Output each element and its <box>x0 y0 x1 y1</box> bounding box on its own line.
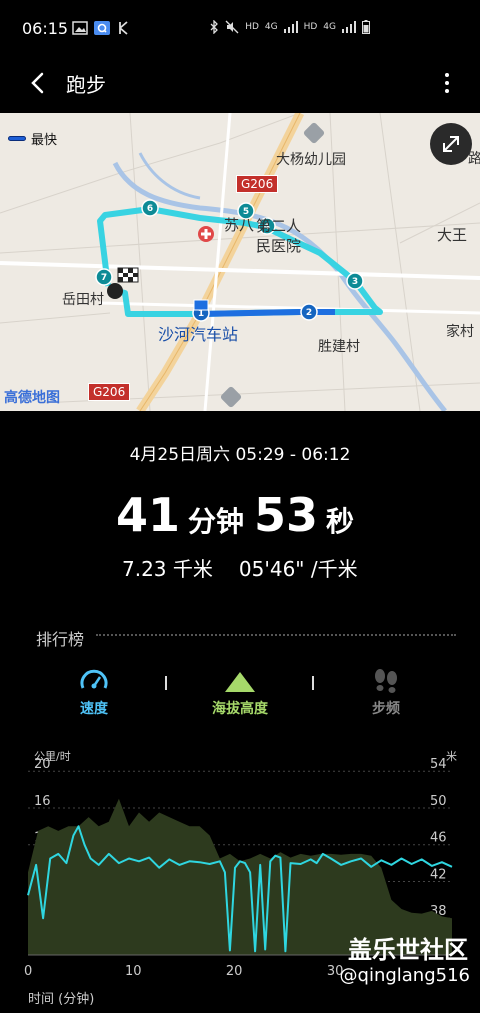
start-flag-icon <box>193 299 209 311</box>
signal-icon-1 <box>283 21 298 33</box>
distance-value: 7.23 千米 <box>122 557 213 581</box>
duration-seconds-unit: 秒 <box>326 505 355 538</box>
tab-separator-1 <box>165 676 167 690</box>
tab-cadence-label: 步频 <box>372 701 400 717</box>
hd-label-2: HD <box>303 22 318 32</box>
watermark-handle: @qinglang516 <box>339 965 470 986</box>
tab-speed-label: 速度 <box>80 701 108 717</box>
status-notification-icons <box>72 21 132 35</box>
bluetooth-icon <box>210 20 219 34</box>
fastest-legend-swatch <box>8 136 26 141</box>
footprints-icon <box>375 669 397 693</box>
chart-left-tick: 16 <box>34 794 51 809</box>
chart-right-tick: 54 <box>430 757 447 772</box>
back-button[interactable] <box>24 69 52 97</box>
pace-value: 05'46" /千米 <box>238 557 358 581</box>
status-bar: 06:15 HD 4G HD 4G <box>0 0 480 60</box>
workout-duration: 41 分钟 53 秒 <box>0 488 480 542</box>
svg-text:3: 3 <box>352 277 358 287</box>
poi-icon-bottom <box>220 386 242 408</box>
q-app-icon <box>94 21 110 35</box>
route-marker-2: 2 <box>300 303 318 321</box>
tab-altitude[interactable]: 海拔高度 <box>180 668 300 718</box>
chart-right-tick: 50 <box>430 794 447 809</box>
map-label-jiacun: 家村 <box>446 324 474 340</box>
hospital-icon <box>198 226 214 242</box>
map-label-hospital-prefix: 苏八 <box>224 216 255 234</box>
legend-label: 最快 <box>31 133 58 148</box>
map-label-kindergarten: 大杨幼儿园 <box>276 152 346 168</box>
route-marker-3: 3 <box>346 272 364 290</box>
map-label-station: 沙河汽车站 <box>158 325 239 344</box>
road-sign-g206-top: G206 <box>236 175 279 193</box>
status-time: 06:15 <box>22 19 69 38</box>
chart-right-tick: 42 <box>430 867 447 882</box>
map-label-road: 路 <box>468 151 480 167</box>
expand-icon <box>443 136 459 152</box>
poi-icon-top <box>303 122 325 144</box>
map-label-dawang: 大王 <box>437 226 468 244</box>
svg-text:2: 2 <box>306 308 312 318</box>
route-map[interactable]: 1 2 3 4 5 6 7 最快 大杨幼儿园 路 苏八 第二人民医院 大王 岳田… <box>0 113 480 411</box>
map-label-yuetian: 岳田村 <box>62 292 104 308</box>
ranking-title[interactable]: 排行榜 <box>36 626 84 650</box>
map-label-hospital: 第二人民医院 <box>256 217 302 255</box>
4g-label-2: 4G <box>323 22 336 32</box>
watermark-logo-text: 盖乐世社区 <box>348 936 468 964</box>
chart-x-tick: 0 <box>24 964 32 979</box>
tab-cadence[interactable]: 步频 <box>326 668 446 718</box>
chart-x-tick: 10 <box>125 964 142 979</box>
gallery-icon <box>72 21 88 35</box>
tab-altitude-label: 海拔高度 <box>212 701 268 717</box>
distance-pace-row: 7.23 千米 05'46" /千米 <box>122 553 358 582</box>
k-app-icon <box>119 21 128 35</box>
metric-tabs: 速度 海拔高度 步频 <box>0 668 480 718</box>
chart-right-unit: 米 <box>446 750 457 763</box>
tab-separator-2 <box>312 676 314 690</box>
expand-map-button[interactable] <box>430 123 472 165</box>
app-bar: 跑步 <box>0 55 480 110</box>
duration-minutes: 41 <box>115 488 180 542</box>
chart-x-tick: 20 <box>226 964 243 979</box>
map-legend: 最快 <box>8 129 57 148</box>
more-options-icon[interactable] <box>442 69 452 97</box>
map-provider-logo: 高德地图 <box>4 390 60 406</box>
map-label-shengjian: 胜建村 <box>318 339 360 355</box>
page-title: 跑步 <box>66 73 106 97</box>
mute-icon <box>225 20 239 34</box>
duration-minutes-unit: 分钟 <box>187 505 244 538</box>
chart-x-label: 时间 (分钟) <box>28 991 94 1007</box>
chart-left-tick: 20 <box>34 757 51 772</box>
route-marker-6: 6 <box>141 199 159 217</box>
hd-label-1: HD <box>245 22 259 32</box>
svg-text:7: 7 <box>101 273 107 283</box>
tab-speed[interactable]: 速度 <box>34 668 154 718</box>
svg-text:6: 6 <box>147 204 153 214</box>
workout-date-range: 4月25日周六 05:29 - 06:12 <box>129 445 351 465</box>
status-indicators: HD 4G HD 4G <box>209 20 370 34</box>
battery-icon <box>362 20 370 34</box>
road-sign-g206-bottom: G206 <box>88 383 131 401</box>
chart-right-tick: 46 <box>430 831 447 846</box>
duration-seconds: 53 <box>254 488 319 542</box>
speedometer-icon <box>80 669 108 689</box>
map-canvas: 1 2 3 4 5 6 7 <box>0 113 480 411</box>
4g-label-1: 4G <box>264 22 278 32</box>
signal-icon-2 <box>342 21 356 33</box>
route-marker-7: 7 <box>95 268 113 286</box>
mountain-icon <box>225 672 255 692</box>
ranking-divider <box>96 634 456 636</box>
